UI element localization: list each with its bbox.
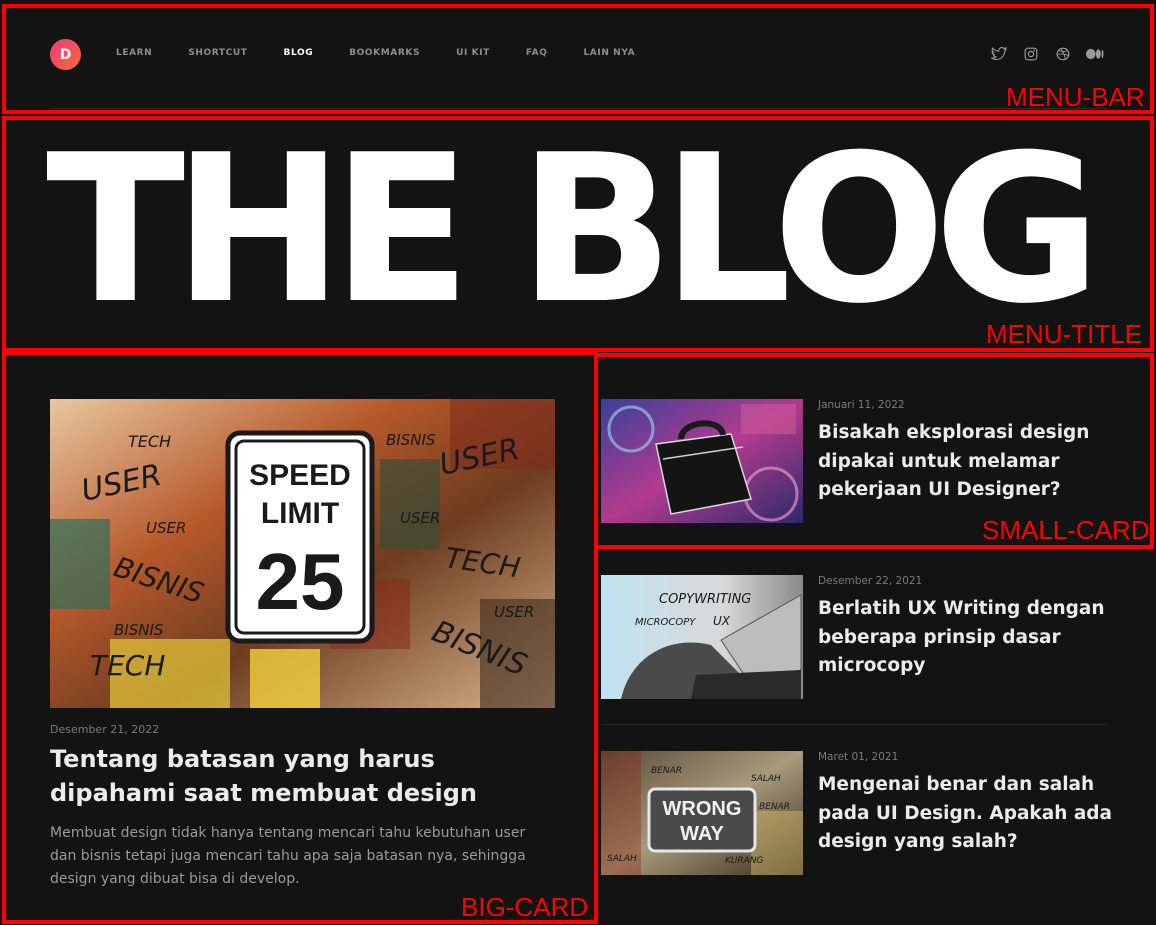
nav-item-lain-nya[interactable]: LAIN NYA — [583, 48, 635, 58]
big-card-label: BIG-CARD — [461, 892, 589, 922]
small-card[interactable]: WRONG WAY BENAR SALAH BENAR SALAH KURANG… — [601, 751, 1112, 877]
card-divider — [601, 724, 1107, 725]
sign-number: 25 — [256, 537, 345, 626]
big-card-excerpt: Membuat design tidak hanya tentang menca… — [50, 825, 526, 887]
scribble: USER — [494, 603, 534, 621]
brand-initial: D — [59, 46, 72, 63]
image-word: BENAR — [759, 802, 790, 812]
image-word: UX — [713, 614, 731, 628]
instagram-icon[interactable] — [1022, 46, 1040, 62]
small-card-image[interactable] — [601, 399, 803, 523]
small-card-date: Desember 22, 2021 — [818, 575, 923, 587]
small-card[interactable]: Januari 11, 2022 Bisakah eksplorasi desi… — [601, 399, 1111, 525]
small-card-title[interactable]: Bisakah eksplorasi design dipakai untuk … — [818, 419, 1118, 505]
scribble: BISNIS — [386, 431, 436, 449]
big-card-title[interactable]: Tentang batasan yang harus dipahami saat… — [50, 742, 560, 810]
image-word: SALAH — [751, 774, 781, 784]
image-word: KURANG — [725, 856, 763, 866]
big-card-date: Desember 21, 2022 — [50, 723, 160, 736]
nav-item-learn[interactable]: LEARN — [116, 48, 152, 58]
medium-icon[interactable] — [1086, 46, 1104, 62]
small-card-date: Januari 11, 2022 — [818, 399, 905, 411]
menu-bar-label: MENU-BAR — [1006, 82, 1145, 112]
image-word: MICROCOPY — [635, 617, 696, 628]
twitter-icon[interactable] — [990, 46, 1008, 62]
nav-divider — [50, 108, 1108, 109]
sign-line-1: SPEED — [249, 459, 351, 492]
small-card-label: SMALL-CARD — [982, 515, 1150, 545]
nav-item-faq[interactable]: FAQ — [526, 48, 548, 58]
scribble: USER — [400, 509, 440, 527]
main-nav: LEARN SHORTCUT BLOG BOOKMARKS UI KIT FAQ… — [116, 48, 671, 58]
nav-item-bookmarks[interactable]: BOOKMARKS — [349, 48, 420, 58]
nav-item-ui-kit[interactable]: UI KIT — [456, 48, 490, 58]
menu-bar-annotation — [2, 4, 1154, 114]
menu-title-label: MENU-TITLE — [986, 319, 1142, 349]
scribble: TECH — [128, 432, 171, 451]
image-word: COPYWRITING — [659, 592, 751, 607]
small-card-date: Maret 01, 2021 — [818, 751, 899, 763]
brand-logo[interactable]: D — [50, 39, 81, 70]
nav-item-shortcut[interactable]: SHORTCUT — [188, 48, 247, 58]
scribble: BISNIS — [114, 621, 164, 639]
scribble: USER — [146, 519, 186, 537]
image-word: WAY — [680, 823, 724, 845]
social-links — [990, 46, 1104, 62]
dribbble-icon[interactable] — [1054, 46, 1072, 62]
nav-item-blog[interactable]: BLOG — [284, 48, 314, 58]
image-word: BENAR — [651, 766, 682, 776]
small-card[interactable]: COPYWRITING MICROCOPY UX Desember 22, 20… — [601, 575, 1111, 701]
small-card-image[interactable]: COPYWRITING MICROCOPY UX — [601, 575, 803, 699]
image-word: WRONG — [663, 798, 742, 820]
sign-line-2: LIMIT — [261, 497, 339, 530]
small-card-title[interactable]: Berlatih UX Writing dengan beberapa prin… — [818, 595, 1118, 681]
small-card-title[interactable]: Mengenai benar dan salah pada UI Design.… — [818, 771, 1118, 857]
big-card-image[interactable]: SPEED LIMIT 25 TECH USER USER BISNIS BIS… — [50, 399, 555, 708]
image-word: SALAH — [607, 854, 637, 864]
scribble: TECH — [90, 649, 165, 682]
small-card-image[interactable]: WRONG WAY BENAR SALAH BENAR SALAH KURANG — [601, 751, 803, 875]
page-title: THE BLOG — [46, 112, 1101, 349]
